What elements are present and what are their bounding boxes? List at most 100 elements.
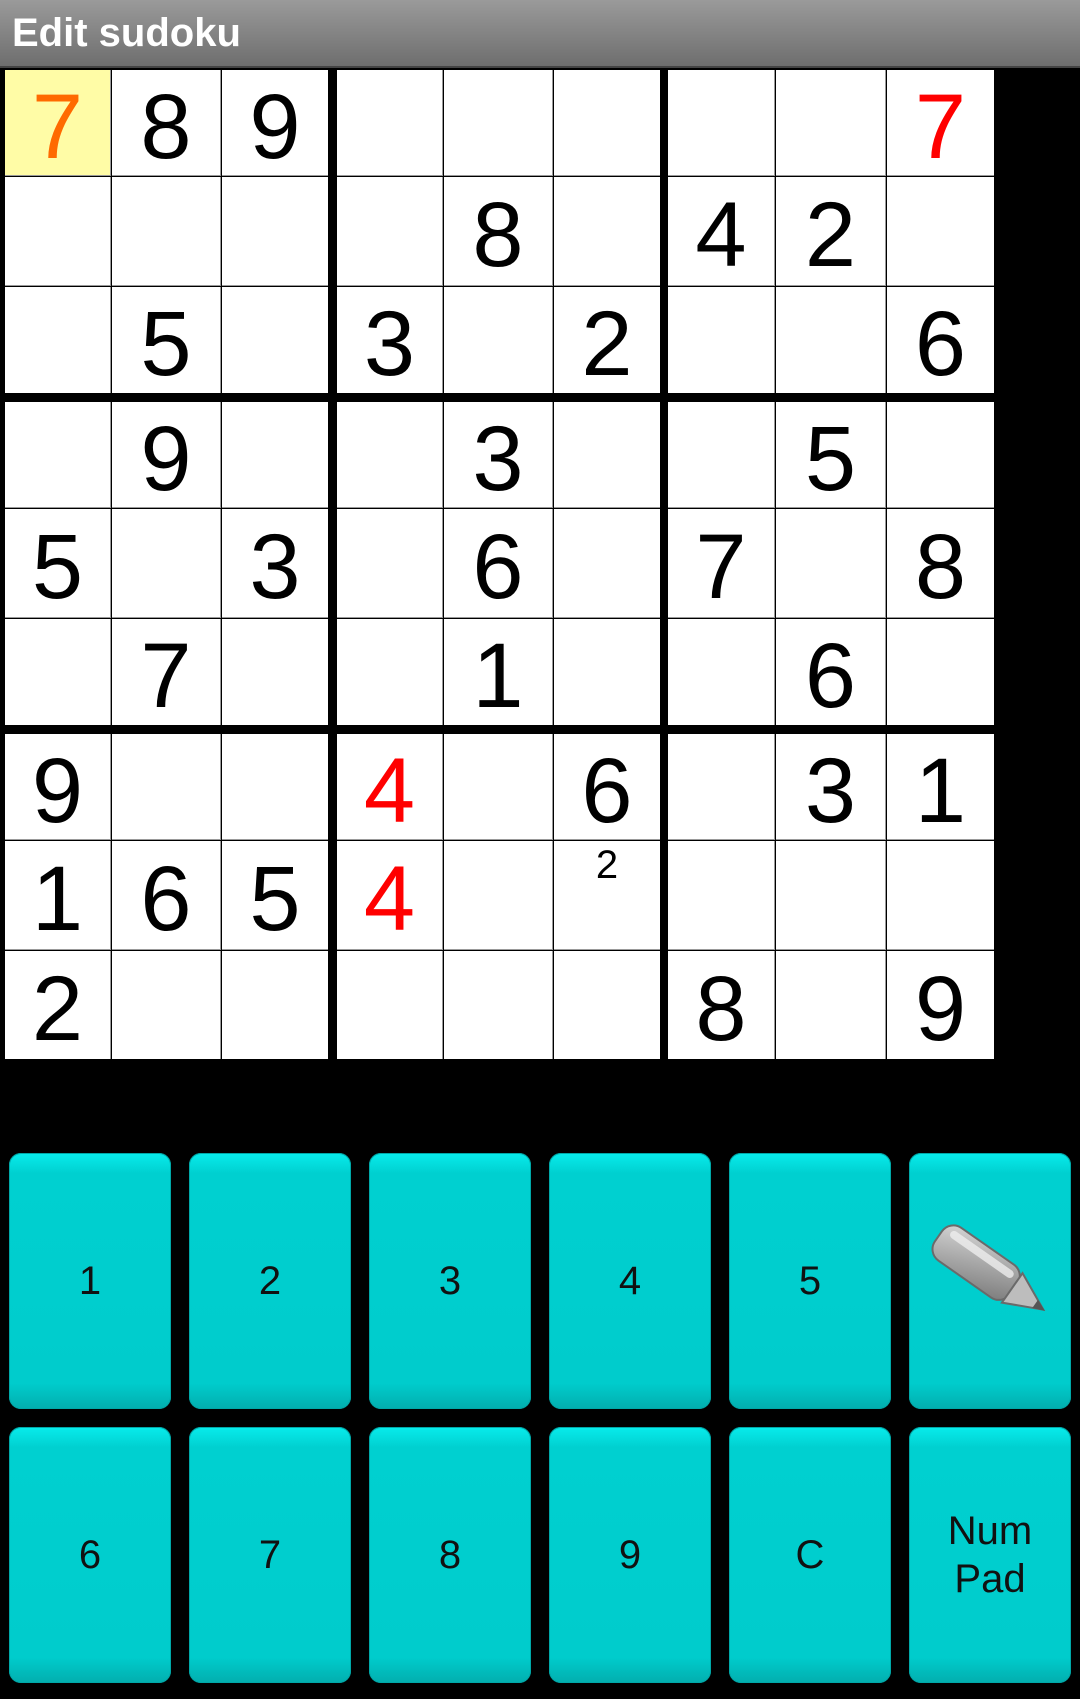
cell-r5-c5[interactable]: 6 xyxy=(444,509,553,618)
cell-r8-c3[interactable]: 5 xyxy=(222,841,328,950)
key-label: 7 xyxy=(258,1532,282,1577)
cell-r3-c8[interactable] xyxy=(776,287,886,393)
cell-r7-c5[interactable] xyxy=(444,734,553,840)
cell-r9-c2[interactable] xyxy=(112,951,221,1059)
cell-digit: 9 xyxy=(914,958,967,1060)
cell-r1-c6[interactable] xyxy=(554,70,660,176)
cell-r2-c1[interactable] xyxy=(5,177,111,286)
cell-r6-c1[interactable] xyxy=(5,619,111,725)
cell-digit: 7 xyxy=(914,75,967,178)
cell-r1-c5[interactable] xyxy=(444,70,553,176)
cell-r9-c5[interactable] xyxy=(444,951,553,1059)
cell-r2-c4[interactable] xyxy=(337,177,443,286)
cell-r3-c7[interactable] xyxy=(668,287,775,393)
cell-r1-c9[interactable]: 7 xyxy=(887,70,994,176)
cell-digit: 9 xyxy=(249,75,301,178)
cell-r5-c4[interactable] xyxy=(337,509,443,618)
cell-r4-c3[interactable] xyxy=(222,402,328,508)
cell-r4-c7[interactable] xyxy=(668,402,775,508)
cell-r6-c5[interactable]: 1 xyxy=(444,619,553,725)
cell-r4-c6[interactable] xyxy=(554,402,660,508)
cell-r5-c7[interactable]: 7 xyxy=(668,509,775,618)
cell-r4-c5[interactable]: 3 xyxy=(444,402,553,508)
cell-r4-c1[interactable] xyxy=(5,402,111,508)
cell-r3-c1[interactable] xyxy=(5,287,111,393)
cell-r9-c6[interactable] xyxy=(554,951,660,1059)
cell-r9-c8[interactable] xyxy=(776,951,886,1059)
cell-r9-c7[interactable]: 8 xyxy=(668,951,775,1059)
cell-r1-c8[interactable] xyxy=(776,70,886,176)
cell-r3-c3[interactable] xyxy=(222,287,328,393)
cell-r6-c2[interactable]: 7 xyxy=(112,619,221,725)
cell-r7-c7[interactable] xyxy=(668,734,775,840)
key-label: 9 xyxy=(618,1532,642,1577)
cell-r4-c2[interactable]: 9 xyxy=(112,402,221,508)
page-title: Edit sudoku xyxy=(12,11,241,55)
cell-r6-c8[interactable]: 6 xyxy=(776,619,886,725)
cell-r7-c3[interactable] xyxy=(222,734,328,840)
cell-r2-c8[interactable]: 2 xyxy=(776,177,886,286)
cell-r8-c7[interactable] xyxy=(668,841,775,950)
cell-r3-c6[interactable]: 2 xyxy=(554,287,660,393)
key-5[interactable]: 5 xyxy=(729,1153,891,1409)
cell-r7-c1[interactable]: 9 xyxy=(5,734,111,840)
clear-button[interactable]: C xyxy=(729,1427,891,1683)
cell-r8-c1[interactable]: 1 xyxy=(5,841,111,950)
key-4[interactable]: 4 xyxy=(549,1153,711,1409)
cell-r8-c2[interactable]: 6 xyxy=(112,841,221,950)
numpad-toggle-button[interactable]: Num Pad xyxy=(909,1427,1071,1683)
key-9[interactable]: 9 xyxy=(549,1427,711,1683)
cell-r9-c9[interactable]: 9 xyxy=(887,951,994,1059)
cell-r5-c8[interactable] xyxy=(776,509,886,618)
cell-r2-c7[interactable]: 4 xyxy=(668,177,775,286)
key-3[interactable]: 3 xyxy=(369,1153,531,1409)
cell-r5-c1[interactable]: 5 xyxy=(5,509,111,618)
cell-r1-c7[interactable] xyxy=(668,70,775,176)
cell-r7-c9[interactable]: 1 xyxy=(887,734,994,840)
cell-r2-c9[interactable] xyxy=(887,177,994,286)
cell-r6-c9[interactable] xyxy=(887,619,994,725)
cell-r6-c7[interactable] xyxy=(668,619,775,725)
cell-r8-c4[interactable]: 4 xyxy=(337,841,443,950)
cell-r7-c6[interactable]: 6 xyxy=(554,734,660,840)
key-8[interactable]: 8 xyxy=(369,1427,531,1683)
cell-r7-c8[interactable]: 3 xyxy=(776,734,886,840)
cell-r5-c6[interactable] xyxy=(554,509,660,618)
cell-r5-c2[interactable] xyxy=(112,509,221,618)
cell-r5-c9[interactable]: 8 xyxy=(887,509,994,618)
pencil-mode-button[interactable] xyxy=(909,1153,1071,1409)
cell-r8-c8[interactable] xyxy=(776,841,886,950)
key-6[interactable]: 6 xyxy=(9,1427,171,1683)
cell-r7-c4[interactable]: 4 xyxy=(337,734,443,840)
cell-r6-c6[interactable] xyxy=(554,619,660,725)
cell-r1-c3[interactable]: 9 xyxy=(222,70,328,176)
cell-r4-c4[interactable] xyxy=(337,402,443,508)
cell-r3-c5[interactable] xyxy=(444,287,553,393)
cell-r3-c4[interactable]: 3 xyxy=(337,287,443,393)
cell-r4-c9[interactable] xyxy=(887,402,994,508)
cell-r8-c9[interactable] xyxy=(887,841,994,950)
cell-r6-c4[interactable] xyxy=(337,619,443,725)
cell-r4-c8[interactable]: 5 xyxy=(776,402,886,508)
cell-r8-c6[interactable]: 2 xyxy=(554,841,660,950)
cell-r2-c5[interactable]: 8 xyxy=(444,177,553,286)
cell-r1-c1[interactable]: 7 xyxy=(5,70,111,176)
cell-r3-c2[interactable]: 5 xyxy=(112,287,221,393)
cell-r1-c2[interactable]: 8 xyxy=(112,70,221,176)
key-2[interactable]: 2 xyxy=(189,1153,351,1409)
key-1[interactable]: 1 xyxy=(9,1153,171,1409)
cell-r9-c3[interactable] xyxy=(222,951,328,1059)
cell-digit: 8 xyxy=(914,516,967,618)
cell-r2-c2[interactable] xyxy=(112,177,221,286)
cell-r6-c3[interactable] xyxy=(222,619,328,725)
cell-r2-c3[interactable] xyxy=(222,177,328,286)
cell-r2-c6[interactable] xyxy=(554,177,660,286)
cell-r8-c5[interactable] xyxy=(444,841,553,950)
cell-r9-c4[interactable] xyxy=(337,951,443,1059)
cell-r3-c9[interactable]: 6 xyxy=(887,287,994,393)
cell-r7-c2[interactable] xyxy=(112,734,221,840)
cell-r5-c3[interactable]: 3 xyxy=(222,509,328,618)
cell-r9-c1[interactable]: 2 xyxy=(5,951,111,1059)
cell-r1-c4[interactable] xyxy=(337,70,443,176)
key-7[interactable]: 7 xyxy=(189,1427,351,1683)
